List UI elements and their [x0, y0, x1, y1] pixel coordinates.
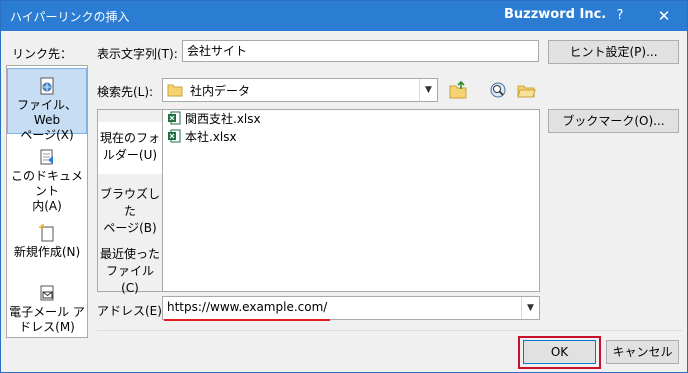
excel-file-icon [168, 129, 181, 143]
divider [97, 330, 682, 331]
link-to-label: リンク先： [12, 47, 73, 61]
sidebar-item-label: このドキュメント [10, 169, 83, 198]
sidebar-item-this-document[interactable]: このドキュメント 内(A) [7, 142, 87, 213]
sidebar-item-create-new[interactable]: 新規作成(N) [7, 218, 87, 268]
globe-file-icon [40, 77, 54, 95]
title-bar: ハイパーリンクの挿入 Buzzword Inc. ? ✕ [1, 1, 687, 31]
sidebar-item-label: ドレス(M) [19, 320, 75, 334]
tab-label: ページ(B) [103, 221, 157, 235]
tab-browsed-pages[interactable]: ブラウズした ページ(B) [98, 182, 162, 235]
company-name: Buzzword Inc. [504, 7, 607, 22]
tab-label: ブラウズした [99, 187, 160, 218]
tab-label: ファイル(C) [105, 264, 154, 295]
tab-label: 現在のフォ [99, 131, 160, 145]
address-combo[interactable]: https://www.example.com/ ▼ [162, 296, 540, 320]
browse-web-button[interactable] [487, 79, 509, 101]
insert-hyperlink-dialog: ハイパーリンクの挿入 Buzzword Inc. ? ✕ リンク先： ファイル、… [0, 0, 688, 373]
sidebar-item-email[interactable]: 電子メール ア ドレス(M) [7, 278, 87, 336]
screentip-button[interactable]: ヒント設定(P)... [548, 40, 679, 64]
browse-web-icon [490, 82, 506, 98]
file-name: 本社.xlsx [185, 130, 237, 144]
up-folder-button[interactable] [447, 79, 469, 101]
file-name: 関西支社.xlsx [185, 112, 261, 126]
email-icon [40, 285, 54, 301]
file-list[interactable]: 関西支社.xlsx 本社.xlsx [162, 109, 540, 292]
look-in-label: 検索先(L): [97, 85, 154, 99]
ok-button[interactable]: OK [523, 340, 596, 364]
display-text-label: 表示文字列(T): [97, 47, 178, 61]
close-button[interactable]: ✕ [649, 4, 679, 28]
link-to-sidebar: ファイル、Web ページ(X) このドキュメント 内(A) 新規作成(N) 電子… [6, 65, 88, 338]
help-button[interactable]: ? [606, 4, 634, 28]
sidebar-item-label: ファイル、Web [16, 98, 77, 127]
new-document-icon [38, 224, 54, 242]
up-folder-icon [449, 80, 467, 99]
tab-label: 最近使った [99, 247, 160, 261]
bookmark-button[interactable]: ブックマーク(O)... [548, 109, 679, 133]
browse-file-button[interactable] [515, 79, 537, 101]
address-underline [164, 319, 330, 321]
excel-file-icon [168, 111, 181, 125]
open-folder-icon [517, 85, 536, 98]
sidebar-item-label: 電子メール ア [9, 305, 85, 319]
cancel-button[interactable]: キャンセル [606, 340, 679, 364]
display-text-input[interactable]: 会社サイト [182, 40, 539, 62]
browse-tabs: 現在のフォ ルダー(U) ブラウズした ページ(B) 最近使った ファイル(C) [97, 109, 162, 295]
list-item[interactable]: 本社.xlsx [167, 129, 237, 146]
look-in-combo[interactable]: 社内データ ▼ [162, 78, 438, 102]
tab-label: ルダー(U) [102, 148, 158, 162]
sidebar-item-existing-file[interactable]: ファイル、Web ページ(X) [7, 68, 87, 142]
address-input[interactable]: https://www.example.com/ [167, 300, 327, 314]
sidebar-item-label: 新規作成(N) [13, 245, 81, 259]
address-label: アドレス(E): [97, 304, 166, 318]
tab-recent-files[interactable]: 最近使った ファイル(C) [98, 242, 162, 295]
list-item[interactable]: 関西支社.xlsx [167, 111, 261, 128]
chevron-down-icon[interactable]: ▼ [521, 297, 539, 319]
window-title: ハイパーリンクの挿入 [10, 10, 130, 24]
look-in-value: 社内データ [190, 84, 251, 98]
folder-icon [167, 84, 183, 97]
sidebar-item-label: ページ(X) [20, 128, 74, 142]
chevron-down-icon[interactable]: ▼ [419, 79, 437, 101]
document-place-icon [40, 149, 53, 165]
tab-current-folder[interactable]: 現在のフォ ルダー(U) [98, 122, 162, 174]
sidebar-item-label: 内(A) [32, 199, 62, 213]
